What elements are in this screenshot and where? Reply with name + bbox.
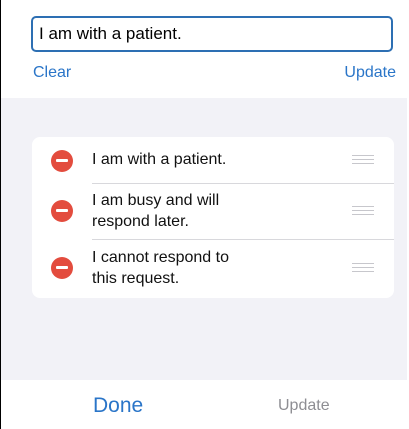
delete-icon[interactable] (51, 200, 73, 222)
drag-handle-icon[interactable] (352, 155, 374, 165)
done-button[interactable]: Done (93, 394, 143, 418)
drag-handle-icon[interactable] (352, 263, 374, 273)
response-text: I am busy and will respond later. (92, 192, 220, 230)
bottom-toolbar (1, 380, 407, 429)
update-button[interactable]: Update (344, 64, 396, 82)
drag-handle-icon[interactable] (352, 206, 374, 216)
delete-icon[interactable] (51, 150, 73, 172)
response-list: I am with a patient. I am busy and will … (32, 137, 394, 298)
clear-button[interactable]: Clear (33, 64, 71, 82)
update-button-disabled[interactable]: Update (278, 397, 330, 415)
list-item[interactable]: I cannot respond to this request. (32, 240, 394, 298)
delete-icon[interactable] (51, 257, 73, 279)
list-item[interactable]: I am busy and will respond later. (32, 184, 394, 239)
list-item[interactable]: I am with a patient. (32, 137, 394, 183)
response-text: I cannot respond to this request. (92, 249, 229, 287)
response-text: I am with a patient. (92, 151, 227, 168)
response-text-input[interactable]: I am with a patient. (31, 16, 393, 52)
